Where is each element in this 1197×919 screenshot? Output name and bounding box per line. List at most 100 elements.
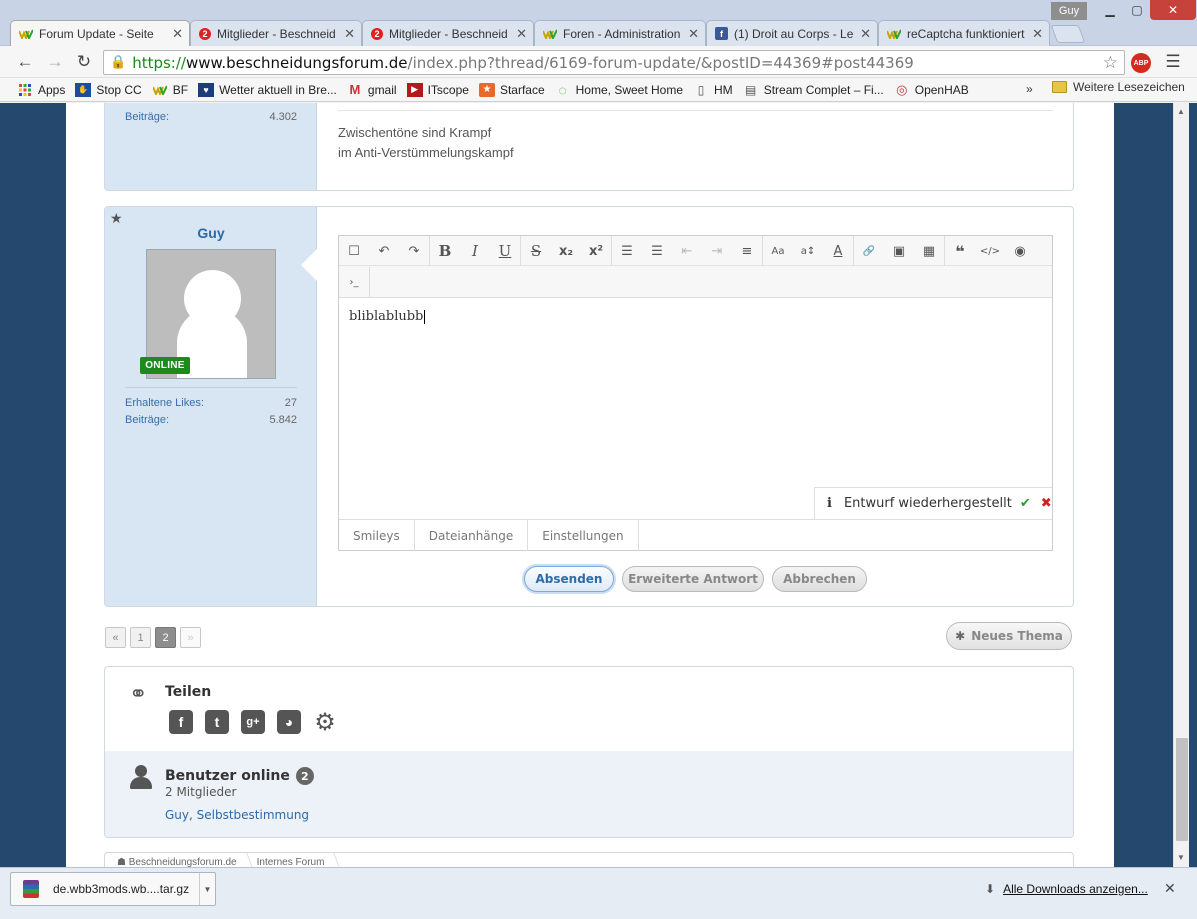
tab-droit-au-corps[interactable]: f (1) Droit au Corps - Le ✕ — [706, 20, 878, 46]
image-icon[interactable]: ▣ — [884, 236, 914, 266]
toggle-source-checkbox-icon[interactable]: ☐ — [339, 236, 369, 266]
close-icon[interactable]: ✕ — [1164, 880, 1176, 897]
scroll-up-arrow-icon[interactable]: ▲ — [1177, 107, 1185, 116]
adblock-plus-icon[interactable]: ABP — [1131, 53, 1151, 73]
cross-icon[interactable]: ✖ — [1041, 496, 1052, 511]
back-arrow-icon[interactable]: ← — [14, 52, 36, 72]
bookmark-gmail[interactable]: Mgmail — [342, 82, 402, 97]
strikethrough-icon[interactable]: S — [521, 236, 551, 266]
tab-smileys[interactable]: Smileys — [339, 520, 415, 551]
breadcrumb-item[interactable]: Internes Forum — [257, 857, 339, 867]
bookmark-apps[interactable]: Apps — [12, 83, 70, 97]
checkmark-icon[interactable]: ✔ — [1020, 496, 1031, 511]
close-tab-icon[interactable]: ✕ — [1032, 26, 1043, 42]
bookmark-itscope[interactable]: ▶ ITscope — [402, 82, 474, 97]
new-thread-button[interactable]: ✱ Neues Thema — [946, 622, 1072, 650]
bookmark-label: Apps — [38, 82, 66, 97]
font-size-icon[interactable]: a↕ — [793, 236, 823, 266]
bookmark-starface[interactable]: ★ Starface — [474, 82, 550, 97]
terminal-icon[interactable]: ›_ — [339, 267, 369, 297]
bookmark-bf[interactable]: BF — [147, 83, 193, 97]
maximize-icon[interactable]: ▢ — [1124, 0, 1150, 20]
bookmark-home[interactable]: ◌ Home, Sweet Home — [550, 82, 688, 98]
tab-title: Forum Update - Seite — [39, 26, 154, 41]
reload-icon[interactable]: ↻ — [73, 52, 95, 72]
bookmark-wetter[interactable]: ♥ Wetter aktuell in Bre... — [193, 82, 342, 97]
chevron-down-icon[interactable]: ▼ — [199, 873, 215, 905]
hamburger-menu-icon[interactable]: ☰ — [1163, 52, 1183, 72]
gear-icon[interactable]: ⚙ — [313, 709, 337, 736]
stat-label[interactable]: Erhaltene Likes: — [125, 397, 204, 409]
font-family-icon[interactable]: Aa — [763, 236, 793, 266]
bold-icon[interactable]: B — [430, 236, 460, 266]
new-tab-button[interactable] — [1050, 25, 1086, 43]
bookmark-stop-cc[interactable]: ✋ Stop CC — [70, 82, 146, 97]
subscript-icon[interactable]: x₂ — [551, 236, 581, 266]
spoiler-eye-icon[interactable]: ◉ — [1005, 236, 1035, 266]
scrollbar-thumb[interactable] — [1176, 738, 1188, 841]
bookmark-star-icon[interactable]: ☆ — [1103, 53, 1118, 73]
undo-icon[interactable]: ↶ — [369, 236, 399, 266]
google-plus-icon[interactable]: g+ — [241, 710, 265, 734]
indent-icon[interactable]: ⇥ — [702, 236, 732, 266]
toolbar-group-blocks: ❝ </> ◉ — [945, 236, 1035, 266]
superscript-icon[interactable]: x² — [581, 236, 611, 266]
tab-forum-update[interactable]: Forum Update - Seite ✕ — [10, 20, 190, 46]
scroll-down-arrow-icon[interactable]: ▼ — [1177, 853, 1185, 862]
reddit-icon[interactable]: ◕ — [277, 710, 301, 734]
italic-icon[interactable]: I — [460, 236, 490, 266]
outdent-icon[interactable]: ⇤ — [672, 236, 702, 266]
twitter-icon[interactable]: t — [205, 710, 229, 734]
previous-page-button[interactable]: « — [105, 627, 126, 648]
download-item[interactable]: de.wbb3mods.wb....tar.gz ▼ — [10, 872, 216, 906]
underline-icon[interactable]: U — [490, 236, 520, 266]
unordered-list-icon[interactable]: ☰ — [642, 236, 672, 266]
tab-mitglieder-1[interactable]: 2 Mitglieder - Beschneid ✕ — [190, 20, 362, 46]
users-online-list[interactable]: Guy, Selbstbestimmung — [165, 808, 309, 822]
close-tab-icon[interactable]: ✕ — [516, 26, 527, 42]
close-window-icon[interactable]: ✕ — [1150, 0, 1196, 20]
profile-badge[interactable]: Guy — [1051, 2, 1087, 20]
other-bookmarks-folder[interactable]: Weitere Lesezeichen — [1052, 80, 1185, 94]
show-all-downloads-link[interactable]: Alle Downloads anzeigen... — [1003, 882, 1148, 896]
vertical-scrollbar[interactable]: ▲ ▼ — [1173, 103, 1189, 867]
bookmark-hm[interactable]: ▯ HM — [688, 83, 738, 97]
quote-icon[interactable]: ❝ — [945, 236, 975, 266]
bookmark-stream[interactable]: ▤ Stream Complet – Fi... — [738, 83, 889, 97]
table-icon[interactable]: ▦ — [914, 236, 944, 266]
tab-foren-administration[interactable]: Foren - Administration ✕ — [534, 20, 706, 46]
close-tab-icon[interactable]: ✕ — [344, 26, 355, 42]
stat-label[interactable]: Beiträge: — [125, 111, 169, 123]
bookmarks-overflow-chevron-icon[interactable]: » — [1026, 82, 1033, 96]
facebook-icon[interactable]: f — [169, 710, 193, 734]
forward-arrow-icon[interactable]: → — [44, 52, 66, 72]
tab-attachments[interactable]: Dateianhänge — [415, 520, 529, 551]
browser-toolbar: ← → ↻ 🔒 https://www.beschneidungsforum.d… — [0, 46, 1197, 78]
close-tab-icon[interactable]: ✕ — [860, 26, 871, 42]
breadcrumb-item[interactable]: ☗ Beschneidungsforum.de — [117, 857, 251, 867]
align-left-icon[interactable]: ≡ — [732, 236, 762, 266]
advanced-reply-button[interactable]: Erweiterte Antwort — [622, 566, 764, 592]
ordered-list-icon[interactable]: ☰ — [612, 236, 642, 266]
folder-label: Weitere Lesezeichen — [1073, 80, 1185, 94]
tab-title: Foren - Administration — [563, 26, 681, 41]
redo-icon[interactable]: ↷ — [399, 236, 429, 266]
tab-recaptcha[interactable]: reCaptcha funktioniert ✕ — [878, 20, 1050, 46]
close-tab-icon[interactable]: ✕ — [172, 26, 183, 42]
submit-button[interactable]: Absenden — [524, 566, 614, 592]
stat-label[interactable]: Beiträge: — [125, 414, 169, 426]
cancel-button[interactable]: Abbrechen — [772, 566, 867, 592]
editor-text-area[interactable]: bliblablubb — [349, 309, 426, 324]
tab-settings[interactable]: Einstellungen — [528, 520, 639, 551]
code-icon[interactable]: </> — [975, 236, 1005, 266]
show-all-downloads[interactable]: ⬇ Alle Downloads anzeigen... — [985, 882, 1148, 896]
minimize-icon[interactable]: ▁ — [1096, 0, 1124, 20]
bookmark-openhab[interactable]: ◎ OpenHAB — [889, 82, 974, 97]
font-color-icon[interactable]: A — [823, 236, 853, 266]
tab-mitglieder-2[interactable]: 2 Mitglieder - Beschneid ✕ — [362, 20, 534, 46]
close-tab-icon[interactable]: ✕ — [688, 26, 699, 42]
page-1-button[interactable]: 1 — [130, 627, 151, 648]
link-icon[interactable]: 🔗 — [854, 236, 884, 266]
address-bar[interactable]: 🔒 https://www.beschneidungsforum.de/inde… — [103, 50, 1125, 75]
author-username[interactable]: Guy — [105, 225, 317, 241]
